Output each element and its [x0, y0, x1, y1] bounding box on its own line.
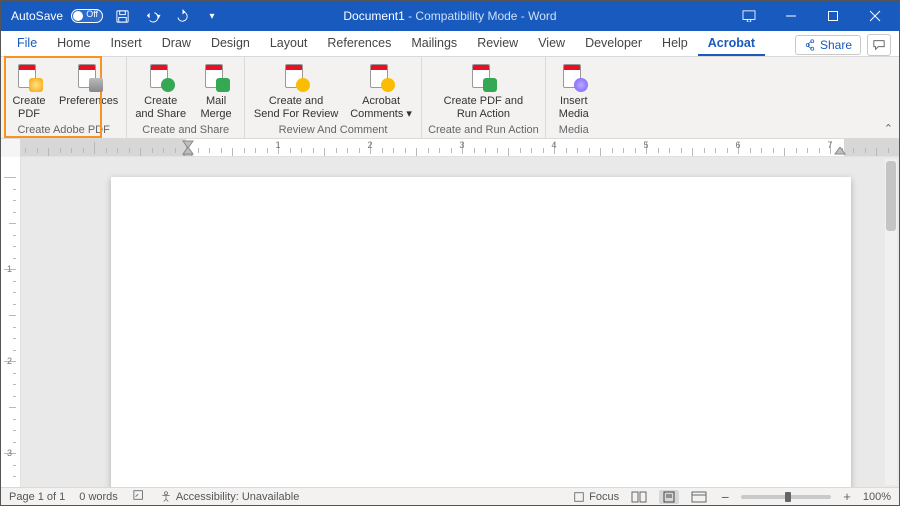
ribbon-display-options-icon[interactable]	[729, 1, 769, 31]
tab-file[interactable]: File	[7, 32, 47, 56]
tab-references[interactable]: References	[317, 32, 401, 56]
zoom-slider-knob[interactable]	[785, 492, 791, 502]
autosave-toggle[interactable]: Off	[71, 9, 103, 23]
ribbon-group-media: Insert Media Media	[546, 57, 602, 138]
ribbon-group-create-adobe-pdf: Create PDF Preferences Create Adobe PDF	[1, 57, 127, 138]
read-mode-button[interactable]	[629, 490, 649, 504]
ruler-corner	[1, 139, 21, 157]
maximize-button[interactable]	[813, 1, 853, 31]
focus-button[interactable]: Focus	[573, 491, 619, 503]
document-canvas[interactable]	[21, 157, 899, 487]
comment-icon	[872, 39, 886, 51]
status-bar: Page 1 of 1 0 words Accessibility: Unava…	[1, 487, 899, 505]
minimize-button[interactable]	[771, 1, 811, 31]
ribbon-group-create-and-run-action: Create PDF and Run Action Create and Run…	[422, 57, 546, 138]
qat-customize-icon[interactable]: ▾	[201, 5, 223, 27]
tab-review[interactable]: Review	[467, 32, 528, 56]
tab-acrobat[interactable]: Acrobat	[698, 32, 765, 56]
ribbon-group-label: Create and Run Action	[428, 122, 539, 136]
share-icon	[804, 39, 816, 51]
hanging-indent-icon[interactable]	[181, 147, 195, 157]
ribbon-group-label: Create Adobe PDF	[17, 122, 109, 136]
vertical-ruler[interactable]: 123	[1, 157, 21, 487]
create-pdf-run-action-button[interactable]: Create PDF and Run Action	[435, 61, 531, 120]
create-send-review-button[interactable]: Create and Send For Review	[251, 61, 341, 120]
zoom-in-button[interactable]: +	[841, 489, 853, 504]
mail-merge-button[interactable]: Mail Merge	[194, 61, 238, 120]
tab-layout[interactable]: Layout	[260, 32, 318, 56]
ribbon-tabs: File Home Insert Draw Design Layout Refe…	[1, 31, 899, 57]
tab-view[interactable]: View	[528, 32, 575, 56]
scrollbar-thumb[interactable]	[886, 161, 896, 231]
status-words[interactable]: 0 words	[79, 491, 118, 503]
horizontal-ruler[interactable]: 1234567	[21, 139, 899, 157]
close-button[interactable]	[855, 1, 895, 31]
insert-media-button[interactable]: Insert Media	[552, 61, 596, 120]
ribbon-group-label: Create and Share	[142, 122, 229, 136]
comments-button[interactable]	[867, 34, 891, 56]
focus-icon	[573, 491, 585, 503]
autosave-label: AutoSave	[11, 9, 63, 23]
ribbon-group-create-and-share: Create and Share Mail Merge Create and S…	[127, 57, 245, 138]
tab-help[interactable]: Help	[652, 32, 698, 56]
accessibility-icon	[160, 491, 172, 503]
repeat-icon[interactable]	[171, 5, 193, 27]
page-sheet[interactable]	[111, 177, 851, 487]
print-layout-button[interactable]	[659, 490, 679, 504]
ribbon-group-label: Media	[559, 122, 589, 136]
acrobat-comments-button[interactable]: Acrobat Comments ▾	[347, 61, 415, 120]
ruler-row: 1234567	[1, 139, 899, 157]
zoom-slider[interactable]	[741, 495, 831, 499]
share-button[interactable]: Share	[795, 35, 861, 55]
status-accessibility[interactable]: Accessibility: Unavailable	[160, 491, 300, 503]
tab-home[interactable]: Home	[47, 32, 100, 56]
undo-icon[interactable]: ▾	[141, 5, 163, 27]
preferences-button[interactable]: Preferences	[57, 61, 120, 120]
zoom-level[interactable]: 100%	[863, 491, 891, 503]
create-pdf-button[interactable]: Create PDF	[7, 61, 51, 120]
title-bar: AutoSave Off ▾ ▾ Document1 - Compatibili…	[1, 1, 899, 31]
ribbon-group-label: Review And Comment	[279, 122, 388, 136]
status-proofing-icon[interactable]	[132, 489, 146, 504]
web-layout-button[interactable]	[689, 490, 709, 504]
tab-design[interactable]: Design	[201, 32, 260, 56]
zoom-out-button[interactable]: −	[719, 489, 731, 505]
collapse-ribbon-icon[interactable]: ⌃	[884, 122, 893, 135]
right-indent-icon[interactable]	[833, 147, 847, 157]
vertical-scrollbar[interactable]	[885, 159, 897, 485]
ribbon-group-review-and-comment: Create and Send For Review Acrobat Comme…	[245, 57, 422, 138]
create-and-share-button[interactable]: Create and Share	[133, 61, 188, 120]
tab-draw[interactable]: Draw	[152, 32, 201, 56]
tab-mailings[interactable]: Mailings	[401, 32, 467, 56]
ribbon: Create PDF Preferences Create Adobe PDF …	[1, 57, 899, 139]
save-icon[interactable]	[111, 5, 133, 27]
tab-developer[interactable]: Developer	[575, 32, 652, 56]
tab-insert[interactable]: Insert	[101, 32, 152, 56]
document-area: 123	[1, 157, 899, 487]
status-page[interactable]: Page 1 of 1	[9, 491, 65, 503]
